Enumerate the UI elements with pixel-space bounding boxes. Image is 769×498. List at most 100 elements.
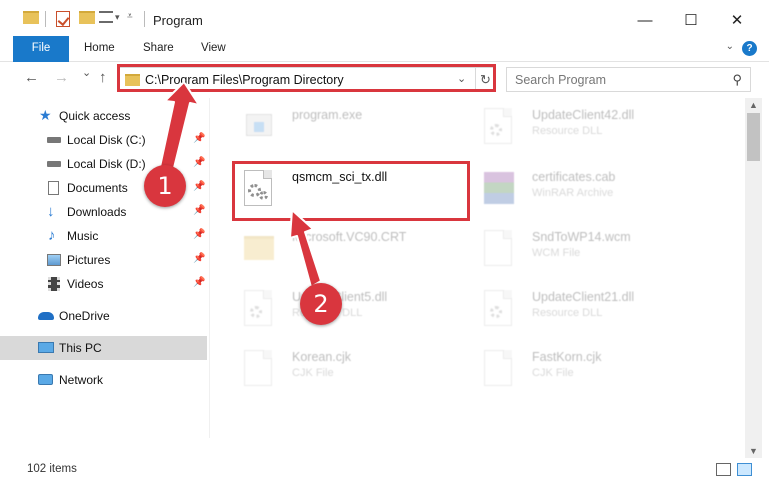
file-name: Korean.cjk — [292, 350, 352, 364]
file-item[interactable]: Korean.cjk CJK File — [232, 340, 472, 398]
customize-toolbar-icon[interactable]: ⩡ — [127, 11, 133, 22]
minimize-button[interactable]: — — [622, 0, 668, 40]
quick-access-toolbar — [23, 11, 39, 24]
pin-icon[interactable]: 📌 — [193, 133, 205, 144]
sidebar-item-music[interactable]: ♪ Music 📌 — [0, 224, 207, 248]
sidebar-item-quick-access[interactable]: ★ Quick access — [0, 104, 207, 128]
videos-icon — [48, 277, 60, 291]
drive-icon — [47, 161, 61, 167]
sidebar-item-label: Downloads — [67, 205, 127, 219]
tab-share[interactable]: Share — [143, 36, 174, 61]
pictures-icon — [47, 254, 61, 266]
address-highlight — [117, 64, 496, 92]
properties-wrap — [56, 11, 70, 27]
scroll-thumb[interactable] — [747, 113, 760, 161]
separator-2 — [144, 11, 145, 27]
file-highlight — [232, 161, 470, 221]
search-icon: ⚲ — [732, 72, 742, 87]
sidebar-item-label: OneDrive — [59, 309, 110, 323]
sidebar-item-label: Videos — [67, 277, 104, 291]
folder-icon[interactable] — [23, 11, 39, 24]
file-item[interactable]: FastKorn.cjk CJK File — [472, 340, 712, 398]
scroll-up-icon[interactable]: ▲ — [749, 100, 758, 110]
new-folder-icon[interactable] — [79, 11, 95, 24]
star-icon: ★ — [39, 107, 52, 123]
ribbon-tabs: File Home Share View ⌄ ? — [0, 36, 769, 94]
file-type: CJK File — [532, 367, 574, 379]
pin-icon[interactable]: 📌 — [193, 181, 205, 192]
sidebar-item-label: Quick access — [59, 109, 131, 123]
pin-icon[interactable]: 📌 — [193, 205, 205, 216]
scroll-down-icon[interactable]: ▼ — [749, 446, 758, 456]
file-type: Resource DLL — [532, 307, 603, 319]
tab-home[interactable]: Home — [84, 36, 115, 61]
toolbar-separator — [45, 11, 46, 27]
file-item[interactable]: SndToWP14.wcm WCM File — [472, 220, 712, 278]
step-badge-2: 2 — [300, 283, 342, 325]
sidebar-item-local-disk-c[interactable]: Local Disk (C:) 📌 — [0, 128, 207, 152]
separator — [45, 11, 46, 27]
generic-file-icon — [482, 348, 514, 388]
maximize-button[interactable]: ☐ — [668, 0, 714, 40]
sidebar-item-this-pc[interactable]: This PC — [0, 336, 207, 360]
toolbar-separator — [144, 11, 145, 27]
file-item[interactable]: UpdateClient21.dll Resource DLL — [472, 280, 712, 338]
chevron-down-icon[interactable]: ⌄ — [726, 41, 734, 52]
file-item[interactable]: UpdateClient5.dll Resource DLL — [232, 280, 472, 338]
tab-view[interactable]: View — [201, 36, 226, 61]
chevron-down-icon[interactable]: ▾ — [115, 12, 120, 23]
file-type: Resource DLL — [532, 125, 603, 137]
sidebar-item-pictures[interactable]: Pictures 📌 — [0, 248, 207, 272]
cloud-icon — [38, 312, 54, 320]
pin-icon[interactable]: 📌 — [193, 157, 205, 168]
file-name: Microsoft.VC90.CRT — [292, 230, 407, 244]
details-view-icon[interactable] — [99, 11, 113, 23]
file-list: program.exe UpdateClient42.dll Resource … — [222, 98, 742, 453]
up-button[interactable]: ↑ — [99, 69, 107, 86]
dll-file-icon — [482, 288, 514, 328]
close-button[interactable]: ✕ — [714, 0, 760, 40]
back-button[interactable]: ← — [24, 69, 39, 86]
sidebar-item-label: Local Disk (C:) — [67, 133, 146, 147]
sidebar-item-label: Music — [67, 229, 99, 243]
window-title: Program — [153, 13, 203, 28]
computer-icon — [38, 342, 54, 353]
sidebar-item-label: Pictures — [67, 253, 111, 267]
forward-button[interactable]: → — [54, 69, 69, 86]
sidebar-item-label: This PC — [59, 341, 102, 355]
network-icon — [38, 374, 53, 385]
new-folder-wrap — [79, 11, 95, 24]
generic-file-icon — [242, 348, 274, 388]
file-name: UpdateClient21.dll — [532, 290, 635, 304]
sidebar-item-videos[interactable]: Videos 📌 — [0, 272, 207, 296]
music-icon: ♪ — [48, 227, 56, 244]
search-box[interactable]: Search Program ⚲ — [506, 67, 751, 92]
help-icon[interactable]: ? — [742, 41, 757, 56]
vertical-scrollbar[interactable]: ▲ ▼ — [745, 98, 762, 458]
file-item[interactable]: certificates.cab WinRAR Archive — [472, 160, 712, 218]
search-input[interactable]: Search Program — [515, 73, 606, 87]
drive-icon — [47, 137, 61, 143]
file-type: CJK File — [292, 367, 334, 379]
documents-icon — [48, 181, 59, 195]
pin-icon[interactable]: 📌 — [193, 277, 205, 288]
file-name: UpdateClient42.dll — [532, 108, 635, 122]
sidebar-item-label: Local Disk (D:) — [67, 157, 146, 171]
file-name: FastKorn.cjk — [532, 350, 602, 364]
file-item[interactable]: UpdateClient42.dll Resource DLL — [472, 98, 712, 156]
large-icons-view-icon[interactable] — [737, 463, 752, 476]
sidebar-item-label: Network — [59, 373, 104, 387]
customize-wrap: ⩡ — [127, 11, 133, 22]
pin-icon[interactable]: 📌 — [193, 229, 205, 240]
recent-locations-button[interactable]: ⌄ — [82, 66, 91, 79]
generic-file-icon — [482, 228, 514, 268]
file-item[interactable]: program.exe — [232, 98, 472, 156]
sidebar-item-network[interactable]: Network — [0, 368, 207, 392]
sidebar-item-onedrive[interactable]: OneDrive — [0, 304, 207, 328]
download-icon: ↓ — [47, 203, 55, 220]
properties-icon[interactable] — [56, 11, 70, 27]
file-item[interactable]: Microsoft.VC90.CRT — [232, 220, 472, 278]
details-view-icon[interactable] — [716, 463, 731, 476]
sidebar-item-label: Documents — [67, 181, 128, 195]
pin-icon[interactable]: 📌 — [193, 253, 205, 264]
